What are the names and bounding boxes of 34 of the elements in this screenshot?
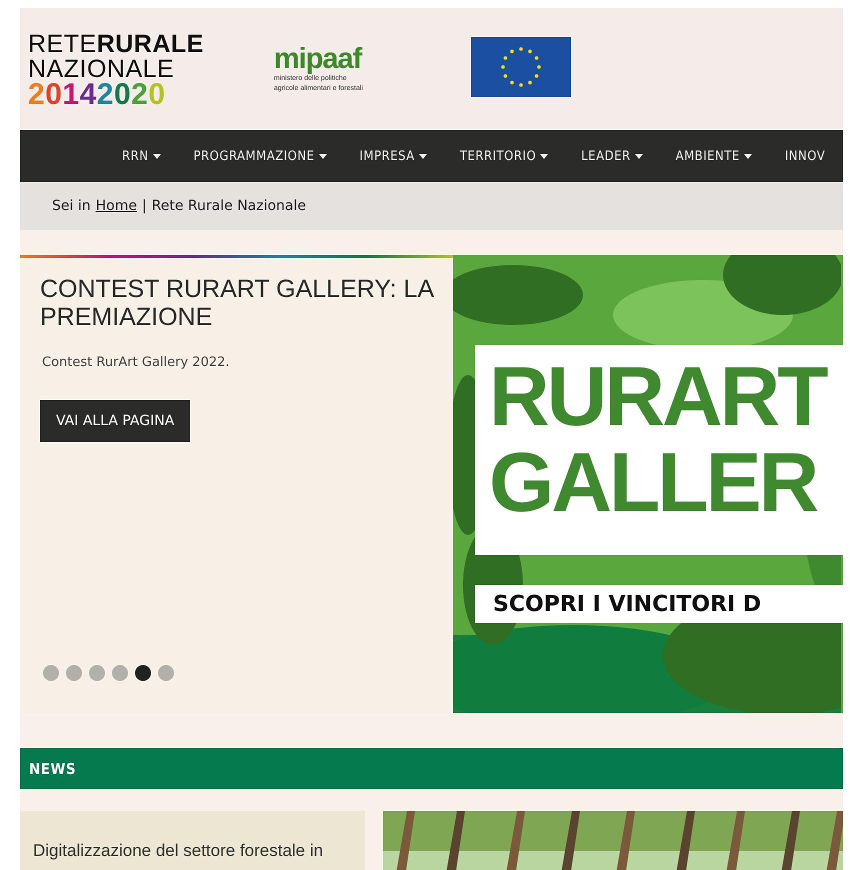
nav-item[interactable]: LEADER (581, 148, 659, 164)
caret-icon (634, 154, 643, 158)
caret-icon (540, 154, 548, 158)
flag-icon (470, 37, 571, 97)
caret-icon (318, 154, 327, 158)
slide-title: CONTEST RURART GALLERY: LA PREMIAZIONE (40, 275, 433, 331)
breadcrumb-text: Sei in (52, 198, 91, 214)
logo[interactable]: RETERURALE NAZIONALE 20142020 (28, 32, 204, 106)
slide-dot[interactable] (89, 665, 105, 681)
nav-item[interactable]: TERRITORIO (460, 148, 564, 164)
nav-item[interactable]: RRN (122, 148, 176, 164)
caret-icon (744, 154, 752, 158)
slide-dot[interactable] (112, 665, 128, 681)
slide-text: Contest RurArt Gallery 2022. (42, 355, 231, 370)
slide-dot[interactable] (158, 665, 174, 681)
nav-item[interactable]: IMPRESA (360, 148, 443, 164)
breadcrumb-text: Rete Rurale Nazionale (152, 198, 306, 214)
nav-item[interactable]: AMBIENTE (676, 148, 768, 164)
banner-tagline: SCOPRI I VINCITORI D (475, 585, 843, 623)
news-card[interactable]: Digitalizzazione del settore forestale in (20, 811, 365, 870)
nav-item[interactable]: INNOV (784, 148, 842, 164)
breadcrumb-separator: | (142, 198, 147, 214)
banner-title: RURART (489, 353, 828, 439)
news-heading: NEWS (29, 760, 76, 778)
slide-dot[interactable] (135, 665, 151, 681)
caret-icon (152, 154, 160, 158)
slide-dot[interactable] (66, 665, 82, 681)
banner-title: GALLER (489, 439, 818, 525)
page-button[interactable]: VAI ALLA PAGINA (40, 400, 190, 442)
news-title: Digitalizzazione del settore forestale in (33, 841, 324, 860)
breadcrumb-link[interactable]: Home (96, 198, 137, 214)
slide-dot[interactable] (43, 665, 59, 681)
nav-item[interactable]: PROGRAMMAZIONE (194, 148, 343, 164)
caret-icon (418, 154, 427, 158)
